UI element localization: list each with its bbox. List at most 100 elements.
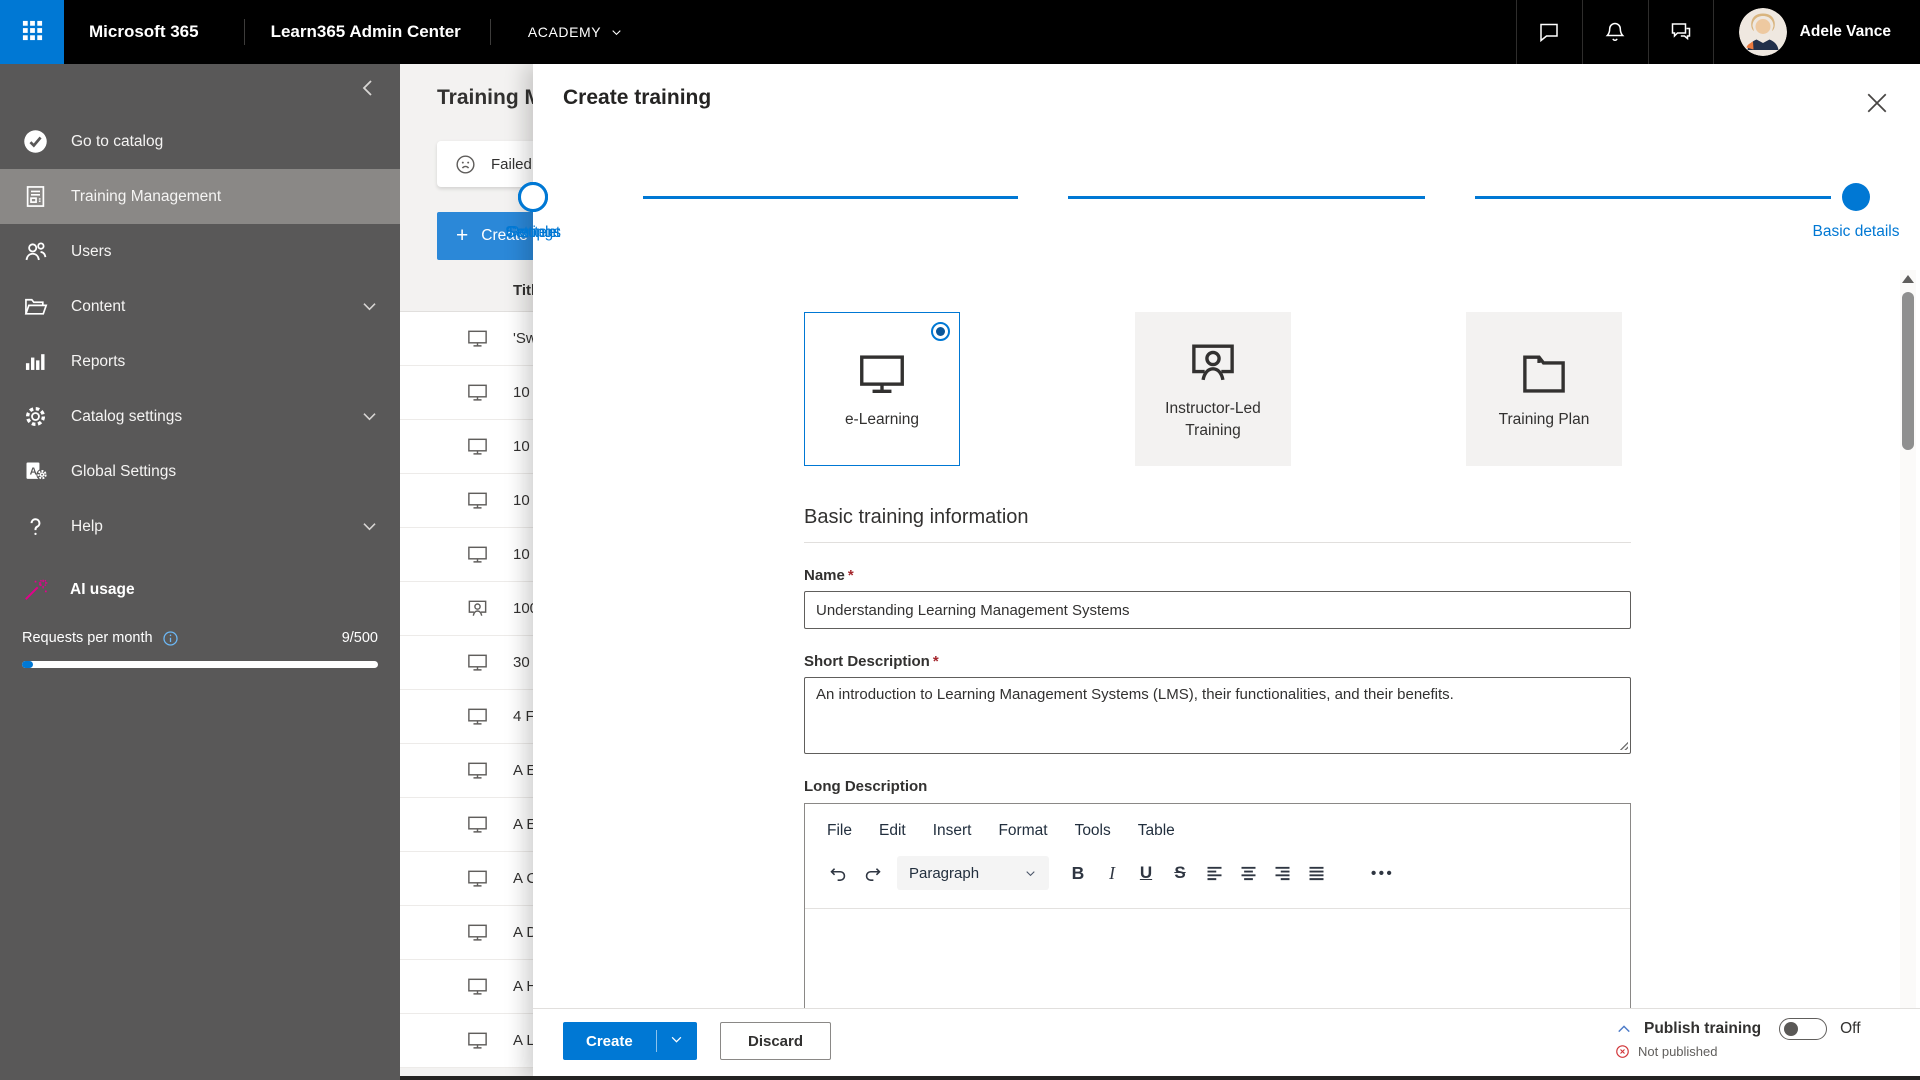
topbar-icon-button[interactable]	[1647, 0, 1714, 64]
editor-menu-tools[interactable]: Tools	[1066, 818, 1120, 844]
more-toolbar-icon[interactable]: •••	[1363, 856, 1402, 890]
section-title: Basic training information	[804, 506, 1029, 528]
requests-label: Requests per month	[22, 630, 153, 646]
publish-toggle[interactable]	[1779, 1018, 1828, 1040]
row-title: 4 F	[513, 708, 535, 725]
topbar-actions: Adele Vance	[1515, 0, 1920, 64]
chevron-up-icon[interactable]	[1615, 1020, 1633, 1038]
create-options-dropdown[interactable]	[657, 1022, 697, 1060]
magic-wand-icon	[22, 577, 48, 603]
step-people[interactable]: People	[423, 182, 643, 242]
align-justify-icon[interactable]	[1299, 856, 1333, 890]
sidebar-nav: Go to catalog Training Management Users …	[0, 114, 400, 554]
long-description-label: Long Description	[804, 778, 928, 795]
editor-menu-table[interactable]: Table	[1129, 818, 1184, 844]
question-icon	[22, 513, 49, 540]
chevron-down-icon	[360, 297, 379, 316]
redo-icon[interactable]	[855, 856, 889, 890]
tenant-label: ACADEMY	[527, 24, 602, 40]
sidebar-item-help[interactable]: Help	[0, 499, 400, 554]
account-menu[interactable]: Adele Vance	[1738, 0, 1891, 64]
long-description-field[interactable]	[805, 909, 1630, 929]
editor-menu-format[interactable]: Format	[989, 818, 1056, 844]
chat-icon	[1537, 20, 1561, 44]
sidebar-item-users[interactable]: Users	[0, 224, 400, 279]
app-window: Microsoft 365 Learn365 Admin Center ACAD…	[0, 0, 1920, 1080]
create-button[interactable]: Create	[563, 1022, 656, 1060]
editor-menu-edit[interactable]: Edit	[870, 818, 915, 844]
info-icon[interactable]	[162, 630, 179, 647]
editor-menu-insert[interactable]: Insert	[924, 818, 981, 844]
short-description-field[interactable]: An introduction to Learning Management S…	[804, 677, 1631, 754]
editor-menu-file[interactable]: File	[818, 818, 861, 844]
type-card-training-plan[interactable]: Training Plan	[1466, 312, 1622, 466]
paragraph-style-select[interactable]: Paragraph	[897, 856, 1049, 890]
a-gear-icon: A	[22, 458, 49, 485]
scrollbar-thumb[interactable]	[1902, 292, 1914, 450]
ai-usage: AI usage	[0, 570, 400, 610]
sidebar-item-catalog-settings[interactable]: Catalog settings	[0, 389, 400, 444]
sidebar-item-content[interactable]: Content	[0, 279, 400, 334]
type-card-e-learning[interactable]: e-Learning	[804, 312, 960, 466]
topbar-icon-button[interactable]	[1515, 0, 1582, 64]
ai-usage-label: AI usage	[70, 581, 135, 598]
sidebar-item-label: Content	[71, 297, 126, 315]
monitor-icon	[466, 651, 489, 674]
sidebar-item-label: Help	[71, 517, 103, 535]
sidebar-collapse-button[interactable]	[356, 76, 380, 100]
toggle-knob	[1784, 1022, 1799, 1036]
sidebar-item-training-management[interactable]: Training Management	[0, 169, 400, 224]
topbar-icon-button[interactable]	[1581, 0, 1648, 64]
avatar	[1738, 8, 1787, 56]
align-left-icon[interactable]	[1197, 856, 1231, 890]
progress-fill	[22, 661, 33, 668]
step-basic-details[interactable]: Basic details	[1746, 183, 1920, 241]
wizard-stepper: Basic details Content Settings People	[505, 64, 1920, 270]
row-title: 10	[513, 492, 530, 509]
discard-button[interactable]: Discard	[720, 1022, 831, 1060]
step-circle	[518, 182, 548, 212]
row-title: 30	[513, 654, 530, 671]
status-text: Not published	[1638, 1044, 1718, 1059]
monitor-icon	[466, 921, 489, 944]
topbar-icon-buttons	[1515, 0, 1714, 64]
sidebar-item-label: Users	[71, 242, 112, 260]
chevron-down-icon	[360, 407, 379, 426]
app-title: Learn365 Admin Center	[270, 22, 461, 41]
undo-icon[interactable]	[821, 856, 855, 890]
monitor-icon	[466, 489, 489, 512]
monitor-icon	[466, 975, 489, 998]
required-mark: *	[932, 653, 939, 670]
page-title: Training M	[437, 86, 542, 109]
bold-icon[interactable]: B	[1061, 856, 1095, 890]
scrollbar-up-arrow[interactable]	[1901, 273, 1915, 285]
strikethrough-icon[interactable]: S	[1163, 856, 1197, 890]
sidebar: Go to catalog Training Management Users …	[0, 64, 400, 1080]
create-training-panel: Create training Basic details Content Se…	[505, 64, 1920, 1080]
type-card-instructor-led-training[interactable]: Instructor-Led Training	[1135, 312, 1291, 466]
bell-icon	[1603, 20, 1627, 44]
align-right-icon[interactable]	[1265, 856, 1299, 890]
monitor-icon	[466, 813, 489, 836]
italic-icon[interactable]: I	[1095, 856, 1129, 890]
name-field[interactable]	[804, 591, 1631, 629]
sidebar-item-global-settings[interactable]: A Global Settings	[0, 444, 400, 499]
sidebar-item-go-to-catalog[interactable]: Go to catalog	[0, 114, 400, 169]
step-circle	[1842, 183, 1870, 211]
training-type-label: Instructor-Led Training	[1165, 399, 1261, 439]
row-title: 10	[513, 438, 530, 455]
window-bottom-edge	[400, 1076, 1920, 1080]
monitor-icon	[466, 867, 489, 890]
svg-text:A: A	[30, 467, 38, 478]
user-name: Adele Vance	[1799, 23, 1891, 40]
tenant-dropdown[interactable]: ACADEMY	[528, 24, 623, 40]
row-title: 10	[513, 546, 530, 563]
topbar-divider	[489, 19, 491, 45]
align-center-icon[interactable]	[1231, 856, 1265, 890]
app-launcher-button[interactable]	[0, 0, 64, 64]
stepper-line	[643, 196, 1018, 199]
instructor-icon	[1186, 336, 1240, 390]
sidebar-item-reports[interactable]: Reports	[0, 334, 400, 389]
training-type-label: e-Learning	[844, 410, 920, 428]
underline-icon[interactable]: U	[1129, 856, 1163, 890]
